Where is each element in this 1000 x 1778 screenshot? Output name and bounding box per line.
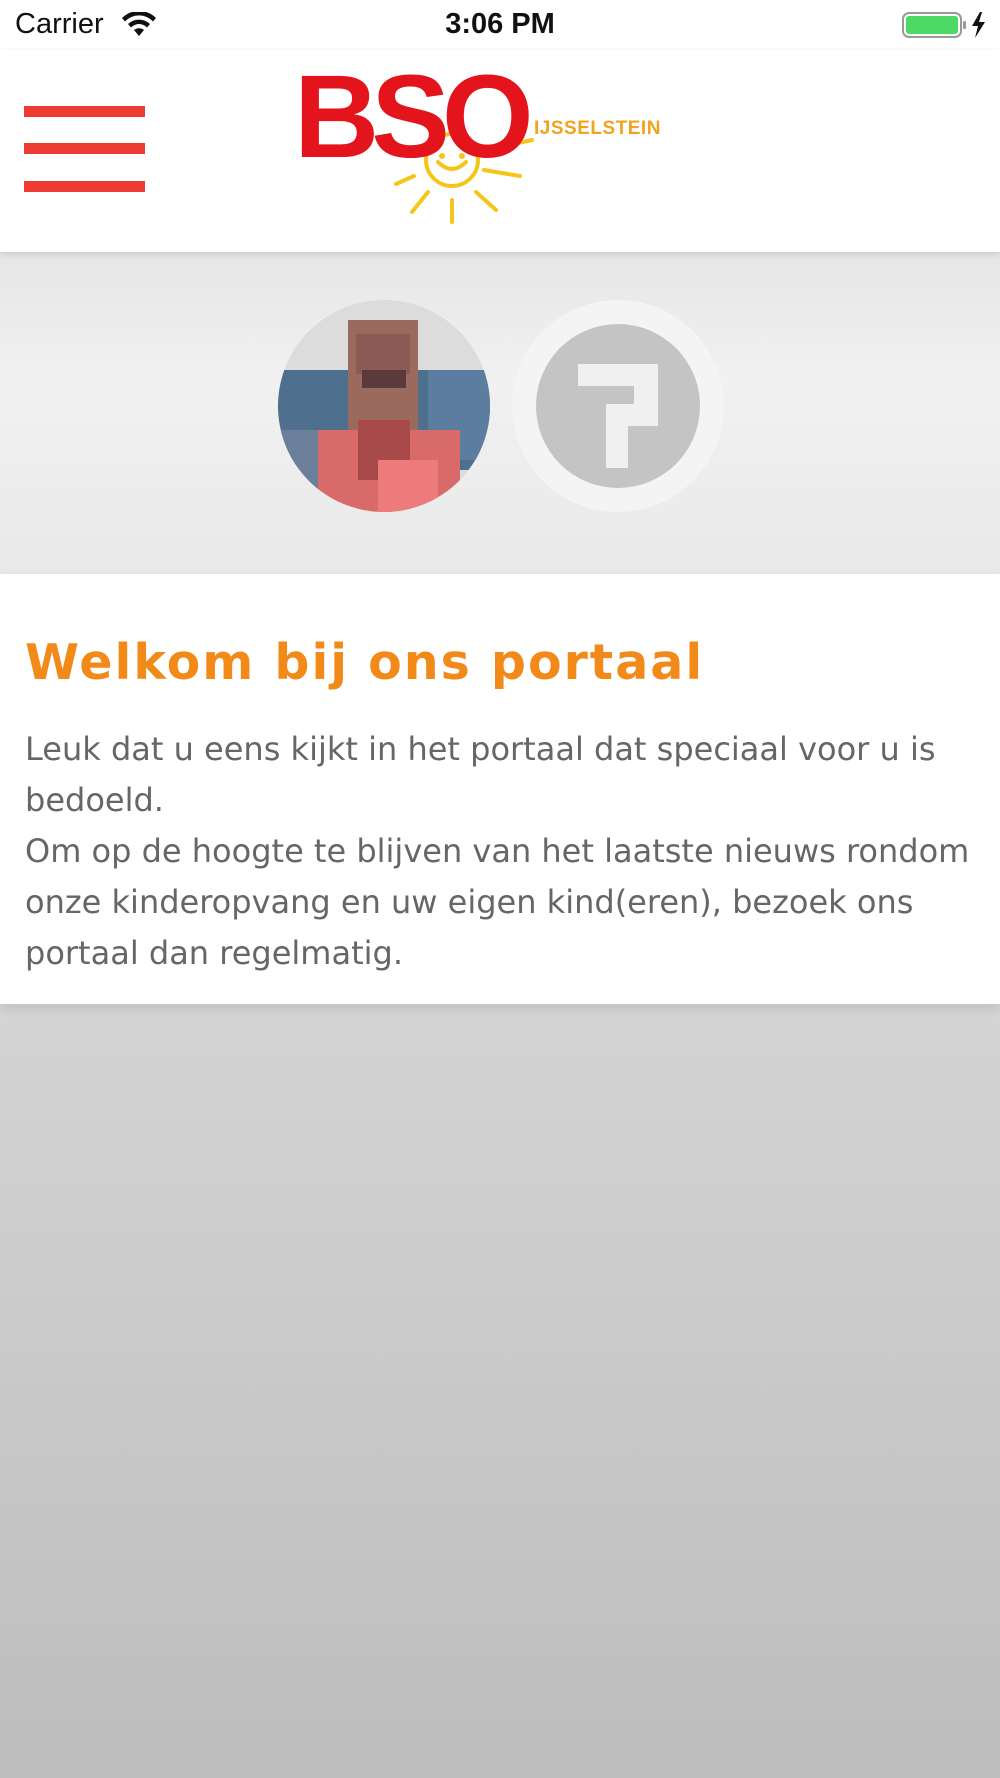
bso-logo: BSO IJSSELSTEIN	[290, 51, 660, 246]
status-bar: Carrier 3:06 PM	[0, 0, 1000, 50]
logo-wordmark: BSO	[294, 51, 534, 183]
welcome-paragraph-1: Leuk dat u eens kijkt in het portaal dat…	[25, 730, 936, 819]
welcome-card: Welkom bij ons portaal Leuk dat u eens k…	[0, 574, 1000, 1004]
welcome-text: Leuk dat u eens kijkt in het portaal dat…	[25, 724, 985, 979]
app-header: BSO IJSSELSTEIN	[0, 50, 1000, 252]
logo-subtitle: IJSSELSTEIN	[534, 118, 661, 139]
battery-charging-icon	[902, 12, 985, 38]
hamburger-menu-icon[interactable]	[24, 106, 145, 192]
welcome-title: Welkom bij ons portaal	[25, 634, 705, 691]
empty-background	[0, 1004, 1000, 1778]
welcome-paragraph-2: Om op de hoogte te blijven van het laats…	[25, 832, 970, 972]
clock: 3:06 PM	[445, 8, 555, 40]
avatar-band	[0, 252, 1000, 574]
placeholder-avatar[interactable]	[512, 300, 724, 512]
child-avatar[interactable]	[278, 300, 490, 512]
